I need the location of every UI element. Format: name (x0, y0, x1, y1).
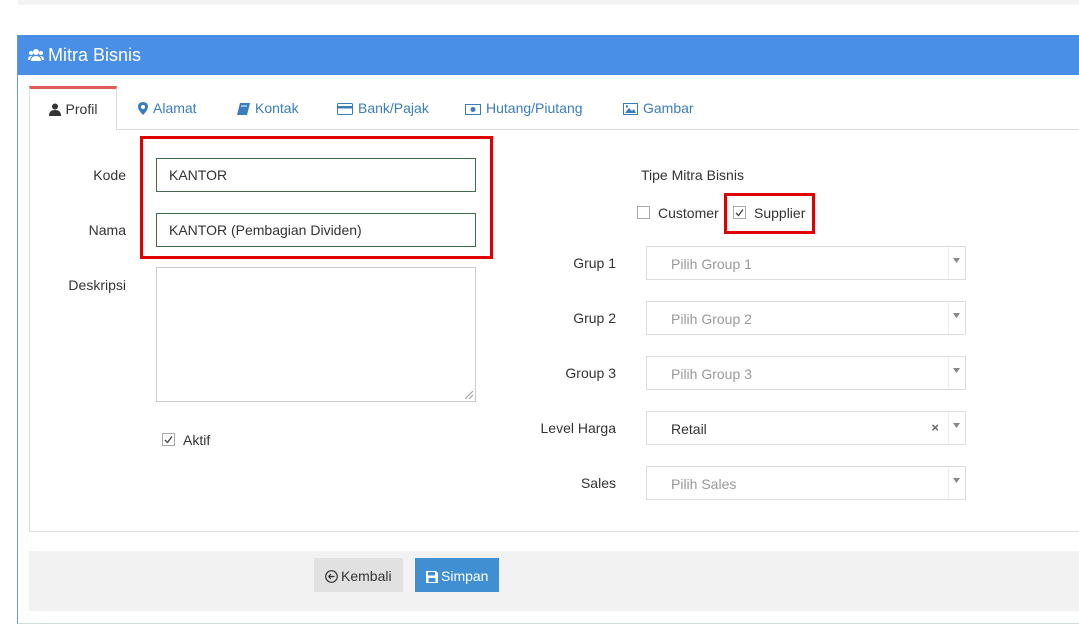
sales-select[interactable]: Pilih Sales (646, 466, 966, 500)
map-marker-icon (138, 102, 148, 115)
caret-down-icon (953, 423, 960, 428)
tab-label: Profil (65, 101, 98, 117)
grup1-select[interactable]: Pilih Group 1 (646, 246, 966, 280)
nama-label: Nama (88, 222, 126, 238)
group3-placeholder: Pilih Group 3 (671, 366, 752, 382)
panel-header: Mitra Bisnis (18, 35, 1079, 75)
tab-gambar[interactable]: Gambar (623, 86, 694, 129)
tab-kontak[interactable]: Kontak (237, 86, 299, 129)
money-icon (465, 104, 481, 115)
kode-label: Kode (93, 167, 126, 183)
grup1-placeholder: Pilih Group 1 (671, 256, 752, 272)
sales-label: Sales (580, 475, 616, 491)
aktif-checkbox[interactable] (162, 433, 175, 446)
floppy-disk-icon (426, 571, 438, 583)
deskripsi-textarea[interactable] (156, 267, 476, 402)
save-button[interactable]: Simpan (415, 558, 500, 592)
tab-profil[interactable]: Profil (29, 86, 117, 131)
grup2-label: Grup 2 (573, 310, 616, 326)
customer-label: Customer (658, 205, 719, 221)
tab-label: Bank/Pajak (358, 100, 429, 116)
image-icon (623, 103, 638, 115)
sales-placeholder: Pilih Sales (671, 476, 737, 492)
level-harga-value: Retail (671, 421, 707, 437)
arrow-circle-left-icon (325, 570, 338, 583)
tab-label: Kontak (255, 100, 299, 116)
tab-hutang-piutang[interactable]: Hutang/Piutang (465, 86, 583, 129)
credit-card-icon (337, 103, 353, 115)
group3-label: Group 3 (565, 365, 616, 381)
grup2-placeholder: Pilih Group 2 (671, 311, 752, 327)
book-icon (237, 103, 250, 115)
top-strip (18, 0, 1079, 5)
resize-handle-icon[interactable] (465, 391, 473, 399)
caret-down-icon (953, 478, 960, 483)
grup1-label: Grup 1 (573, 255, 616, 271)
customer-checkbox[interactable] (637, 206, 650, 219)
tab-bank-pajak[interactable]: Bank/Pajak (337, 86, 429, 129)
save-button-label: Simpan (441, 568, 489, 584)
back-button[interactable]: Kembali (314, 558, 403, 592)
highlight-box-kode-nama (140, 136, 493, 259)
panel-title: Mitra Bisnis (48, 45, 142, 65)
level-harga-select[interactable]: Retail × (646, 411, 966, 445)
deskripsi-label: Deskripsi (68, 277, 126, 293)
group3-select[interactable]: Pilih Group 3 (646, 356, 966, 390)
caret-down-icon (953, 313, 960, 318)
caret-down-icon (953, 258, 960, 263)
tab-label: Hutang/Piutang (486, 100, 583, 116)
tipe-mitra-label: Tipe Mitra Bisnis (641, 167, 744, 183)
tab-bar: Profil Alamat Kontak Bank/Pajak Hutang/P… (29, 86, 1079, 131)
mitra-bisnis-panel: Mitra Bisnis Profil Alamat Kontak Bank/P… (17, 35, 1079, 624)
level-harga-label: Level Harga (540, 420, 617, 436)
tab-alamat[interactable]: Alamat (138, 86, 197, 129)
grup2-select[interactable]: Pilih Group 2 (646, 301, 966, 335)
user-icon (48, 103, 61, 116)
aktif-label: Aktif (183, 432, 211, 448)
back-button-label: Kembali (341, 568, 392, 584)
clear-icon[interactable]: × (931, 420, 939, 435)
tab-label: Alamat (153, 100, 197, 116)
users-icon (28, 49, 44, 61)
check-icon (164, 436, 173, 444)
form-footer (29, 551, 1079, 611)
caret-down-icon (953, 368, 960, 373)
tab-label: Gambar (643, 100, 694, 116)
highlight-box-supplier (724, 193, 815, 234)
